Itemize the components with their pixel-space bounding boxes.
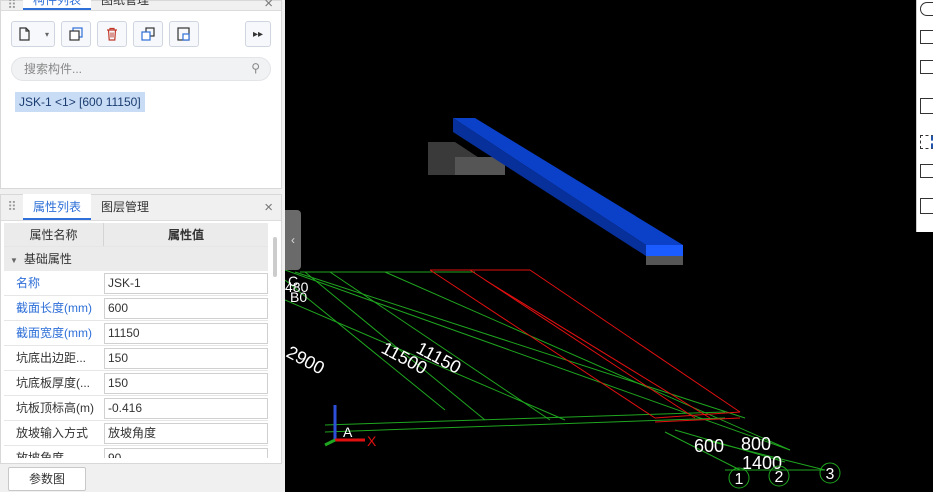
panel-collapse-handle[interactable]: ‹ (285, 210, 301, 270)
component-tabbar: ⠿ 构件列表 图纸管理 × (1, 0, 281, 12)
property-value-field[interactable]: 11150 (104, 323, 268, 344)
property-name: 截面长度(mm) (16, 301, 92, 315)
cube-view-icon[interactable] (920, 60, 933, 74)
header-property-name: 属性名称 (4, 223, 104, 246)
table-row: 坑底板厚度(... 150 (4, 371, 268, 396)
drag-grip-icon[interactable]: ⠿ (1, 194, 23, 220)
property-name: 名称 (16, 276, 41, 290)
layer-copy-button[interactable] (169, 21, 199, 47)
component-search: ⚲ (11, 57, 271, 81)
beam-3d[interactable] (428, 118, 683, 265)
list-view-icon[interactable] (920, 198, 933, 214)
table-row: 截面长度(mm) 600 (4, 296, 268, 321)
axis-origin-label: A (343, 424, 353, 440)
more-button[interactable]: ▸▸ (245, 21, 271, 47)
dimension-labels: 11150 11500 2900 600 800 1400 C 480 B0 (285, 273, 782, 473)
rotate-view-icon[interactable] (920, 2, 933, 16)
property-name: 坑板顶标高(m) (16, 401, 94, 415)
3d-cube-icon[interactable] (920, 164, 933, 178)
left-panel: ⠿ 构件列表 图纸管理 × ▾ ▸▸ 搜索构件... ⚲ JSK-1 <1> [… (0, 0, 285, 492)
property-name: 放坡输入方式 (16, 426, 89, 440)
axis-label-1: 1 (735, 471, 744, 488)
table-row: 放坡输入方式 放坡角度 (4, 421, 268, 446)
dim-800: 800 (741, 434, 771, 454)
copy-button[interactable] (61, 21, 91, 47)
close-icon[interactable]: × (264, 0, 273, 12)
property-table-header: 属性名称 属性值 (4, 223, 268, 247)
tab-layer-management[interactable]: 图层管理 (91, 194, 159, 220)
drag-grip-icon[interactable]: ⠿ (1, 0, 23, 12)
layer-copy-icon (177, 27, 190, 41)
trash-icon (107, 27, 117, 41)
edge-label-b0: B0 (290, 289, 307, 305)
property-name: 坑底出边距... (16, 351, 87, 365)
property-value-field[interactable]: 600 (104, 298, 268, 319)
header-property-value: 属性值 (167, 228, 204, 242)
axis-gizmo[interactable]: X A (324, 405, 377, 449)
chevron-down-icon[interactable]: ▾ (45, 30, 49, 39)
delete-button[interactable] (97, 21, 127, 47)
tab-drawing-management[interactable]: 图纸管理 (91, 0, 159, 10)
property-name: 放坡角度 (16, 451, 65, 458)
new-component-button[interactable]: ▾ (11, 21, 55, 47)
new-file-icon (19, 27, 30, 41)
component-list-panel: ⠿ 构件列表 图纸管理 × ▾ ▸▸ 搜索构件... ⚲ JSK-1 <1> [… (0, 0, 282, 189)
search-input[interactable] (24, 61, 244, 77)
parameter-diagram-button[interactable]: 参数图 (8, 467, 86, 491)
tab-component-list[interactable]: 构件列表 (23, 0, 92, 10)
property-group-label: 基础属性 (23, 252, 72, 266)
chevron-left-icon: ‹ (291, 233, 295, 247)
scrollbar[interactable] (273, 237, 277, 277)
property-list-panel: ⠿ 属性列表 图层管理 × 属性名称 属性值 ▼ 基础属性 名称 JSK-1 截面… (0, 194, 282, 464)
dim-600: 600 (694, 436, 724, 456)
duplicate-icon (141, 27, 155, 41)
double-chevron-right-icon: ▸▸ (252, 28, 264, 40)
2d-view-icon[interactable] (920, 30, 933, 44)
right-toolbar (916, 0, 933, 232)
select-box-icon[interactable] (920, 135, 933, 149)
red-outline (429, 269, 741, 423)
axis-label-2: 2 (775, 469, 784, 486)
component-toolbar: ▾ ▸▸ (11, 19, 271, 49)
property-name: 截面宽度(mm) (16, 326, 92, 340)
table-row: 坑板顶标高(m) -0.416 (4, 396, 268, 421)
dim-2900: 2900 (285, 342, 328, 378)
table-row: 坑底出边距... 150 (4, 346, 268, 371)
table-row: 放坡角度 90 (4, 446, 268, 458)
property-value-field[interactable]: -0.416 (104, 398, 268, 419)
property-value-field[interactable]: JSK-1 (104, 273, 268, 294)
app-root: ⠿ 构件列表 图纸管理 × ▾ ▸▸ 搜索构件... ⚲ JSK-1 <1> [… (0, 0, 933, 492)
property-value-field[interactable]: 放坡角度 (104, 423, 268, 444)
copy-to-floor-button[interactable] (133, 21, 163, 47)
table-row: 截面宽度(mm) 11150 (4, 321, 268, 346)
property-value-field[interactable]: 150 (104, 373, 268, 394)
close-icon[interactable]: × (264, 199, 273, 216)
collapse-triangle-icon[interactable]: ▼ (10, 256, 18, 265)
box-view-icon[interactable] (920, 98, 933, 114)
property-group-basic[interactable]: ▼ 基础属性 (4, 247, 268, 271)
copy-icon (69, 27, 83, 41)
table-row: 名称 JSK-1 (4, 271, 268, 296)
property-value-field[interactable]: 90 (104, 448, 268, 458)
property-value-field[interactable]: 150 (104, 348, 268, 369)
tab-property-list[interactable]: 属性列表 (23, 194, 92, 220)
property-tabbar: ⠿ 属性列表 图层管理 × (1, 194, 281, 221)
axis-x-label: X (367, 433, 377, 449)
3d-viewport[interactable]: 11150 11500 2900 600 800 1400 C 480 B0 1… (285, 0, 933, 492)
property-table: 属性名称 属性值 ▼ 基础属性 名称 JSK-1 截面长度(mm) 600 截面宽… (4, 223, 268, 458)
axis-label-3: 3 (826, 466, 835, 483)
property-name: 坑底板厚度(... (16, 376, 90, 390)
search-icon[interactable]: ⚲ (251, 61, 260, 75)
component-list-item[interactable]: JSK-1 <1> [600 11150] (15, 92, 145, 112)
model-canvas: 11150 11500 2900 600 800 1400 C 480 B0 1… (285, 118, 841, 489)
